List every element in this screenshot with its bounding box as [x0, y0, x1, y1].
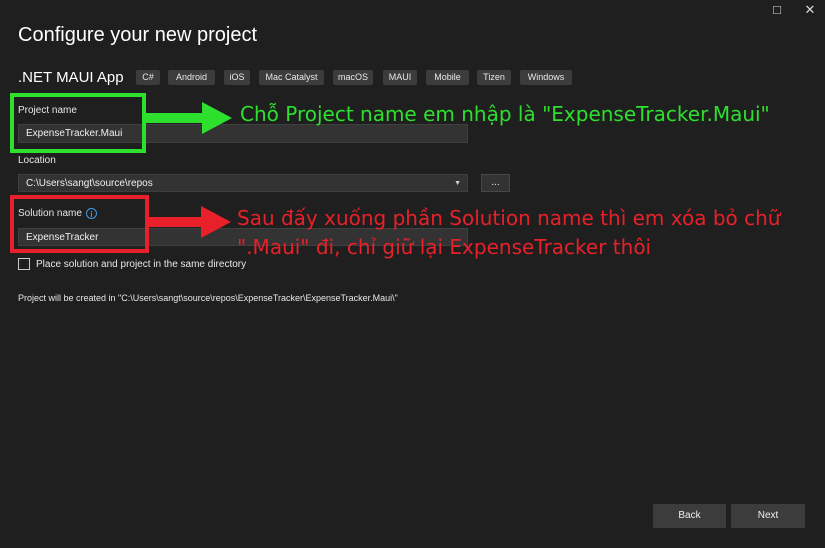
location-select[interactable]: C:\Users\sangt\source\repos ▼ — [18, 174, 468, 192]
location-label: Location — [18, 155, 56, 166]
red-arrow-icon — [149, 206, 231, 238]
tag-chip: iOS — [224, 70, 250, 85]
maximize-icon[interactable]: □ — [765, 0, 789, 20]
tag-chip: Windows — [520, 70, 572, 85]
same-directory-label[interactable]: Place solution and project in the same d… — [36, 259, 246, 270]
back-button[interactable]: Back — [653, 504, 726, 528]
project-name-highlight-box — [10, 93, 146, 153]
red-annotation-line-1: Sau đấy xuống phần Solution name thì em … — [237, 206, 781, 230]
same-directory-checkbox[interactable] — [18, 258, 30, 270]
tag-chip: macOS — [333, 70, 373, 85]
tag-chip: C# — [136, 70, 160, 85]
browse-button[interactable]: ... — [481, 174, 510, 192]
chevron-down-icon[interactable]: ▼ — [454, 175, 461, 193]
tag-chip: Android — [168, 70, 215, 85]
page-title: Configure your new project — [18, 24, 258, 46]
project-path-summary: Project will be created in "C:\Users\san… — [18, 293, 398, 303]
template-tags: C# Android iOS Mac Catalyst macOS MAUI M… — [0, 70, 825, 86]
tag-chip: Tizen — [477, 70, 511, 85]
red-annotation-line-2: ".Maui" đi, chỉ giữ lại ExpenseTracker t… — [237, 235, 652, 259]
solution-name-highlight-box — [10, 195, 149, 253]
next-button[interactable]: Next — [731, 504, 805, 528]
tag-chip: Mac Catalyst — [259, 70, 324, 85]
close-icon[interactable]: ✕ — [798, 0, 822, 20]
tag-chip: Mobile — [426, 70, 469, 85]
green-arrow-icon — [146, 102, 232, 134]
location-value: C:\Users\sangt\source\repos — [26, 178, 153, 189]
tag-chip: MAUI — [383, 70, 417, 85]
green-annotation-text: Chỗ Project name em nhập là "ExpenseTrac… — [240, 102, 770, 126]
